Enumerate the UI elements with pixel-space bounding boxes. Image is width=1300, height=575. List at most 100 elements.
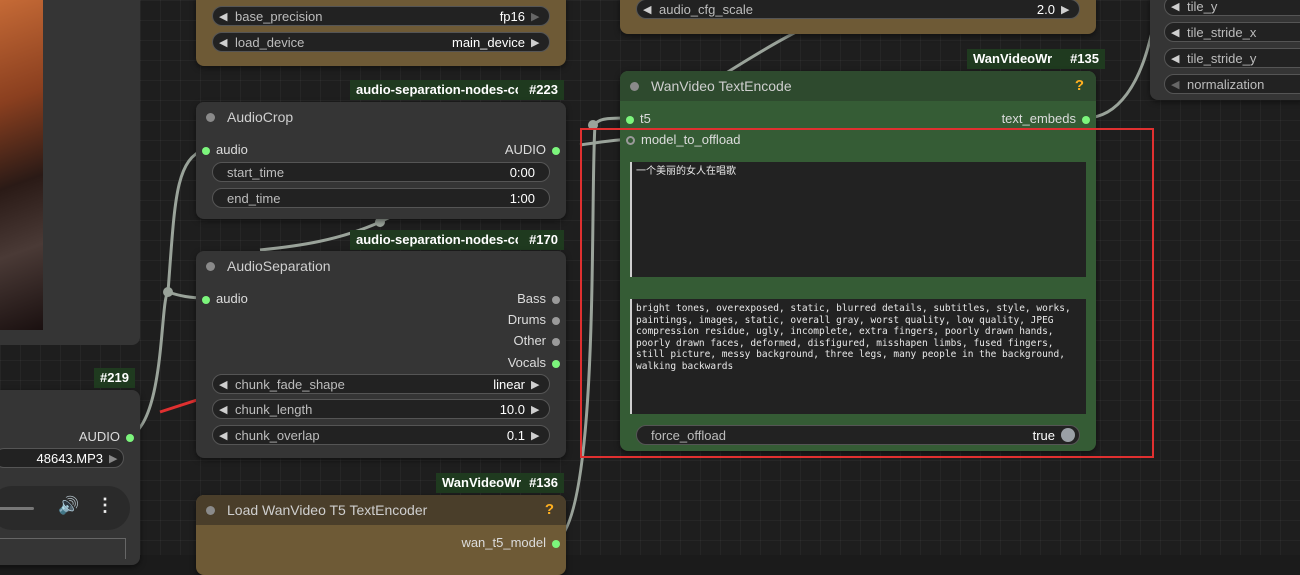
arrow-right-icon[interactable]: ▶ (531, 429, 543, 442)
node-header[interactable]: AudioSeparation (196, 251, 566, 281)
widget-value: 1:00 (509, 190, 535, 206)
output-other-slot[interactable]: Other (513, 333, 560, 348)
arrow-left-icon[interactable]: ◀ (643, 3, 655, 16)
arrow-left-icon[interactable]: ◀ (219, 10, 231, 23)
vae-decode-node[interactable]: ◀ tile_y ◀ tile_stride_x ◀ tile_stride_y… (1150, 0, 1300, 100)
highlight-box (580, 128, 1154, 458)
text-encode-badge: WanVideoWr #135 (967, 49, 1105, 69)
audio-player[interactable]: 🔊 ⋮ (0, 486, 130, 530)
load-audio-badge: #219 (94, 368, 135, 388)
widget-label: tile_stride_x (1187, 24, 1257, 40)
output-dot-icon[interactable] (552, 316, 560, 325)
normalization-widget[interactable]: ◀ normalization (1164, 74, 1300, 94)
node-title: AudioCrop (227, 109, 294, 125)
node-header[interactable]: WanVideo TextEncode ? (620, 71, 1096, 101)
collapse-dot-icon[interactable] (206, 261, 215, 271)
slot-label: Other (513, 333, 546, 348)
widget-value: 0.1 (506, 427, 525, 443)
audioseparation-node[interactable]: AudioSeparation audio Bass Drums Other V… (196, 251, 566, 458)
t5-loader-node[interactable]: Load WanVideo T5 TextEncoder ? wan_t5_mo… (196, 495, 566, 575)
output-dot-icon[interactable] (552, 337, 560, 346)
slot-label: Vocals (507, 355, 546, 370)
tile-y-widget[interactable]: ◀ tile_y (1164, 0, 1300, 16)
input-audio-slot[interactable]: audio (202, 291, 248, 306)
input-dot-icon[interactable] (202, 295, 210, 304)
arrow-left-icon[interactable]: ◀ (1171, 78, 1183, 91)
slot-label: wan_t5_model (461, 535, 546, 550)
input-t5-slot[interactable]: t5 (626, 111, 651, 126)
base-precision-widget[interactable]: ◀ base_precision fp16 ▶ (212, 6, 550, 26)
node-title: AudioSeparation (227, 258, 331, 274)
badge-id: #219 (100, 370, 129, 385)
arrow-left-icon[interactable]: ◀ (1171, 26, 1183, 39)
widget-label: end_time (227, 190, 281, 206)
arrow-right-icon[interactable]: ▶ (531, 378, 543, 391)
help-icon[interactable]: ? (1075, 77, 1084, 94)
slot-label: text_embeds (1001, 111, 1076, 126)
output-dot-icon[interactable] (552, 295, 560, 304)
audiocrop-node[interactable]: AudioCrop audio AUDIO start_time 0:00 en… (196, 102, 566, 219)
arrow-left-icon[interactable]: ◀ (219, 36, 231, 49)
chunk-length-widget[interactable]: ◀ chunk_length 10.0 ▶ (212, 399, 550, 419)
arrow-left-icon[interactable]: ◀ (219, 429, 231, 442)
widget-label: chunk_length (235, 401, 313, 417)
collapse-dot-icon[interactable] (206, 112, 215, 122)
input-dot-icon[interactable] (202, 146, 210, 155)
progress-track[interactable] (0, 507, 34, 510)
node-header[interactable]: Load WanVideo T5 TextEncoder ? (196, 495, 566, 525)
badge-name: audio-separation-nodes-cc (356, 82, 518, 97)
output-audio-slot[interactable]: AUDIO (79, 429, 134, 444)
widget-label: tile_stride_y (1187, 50, 1257, 66)
collapse-dot-icon[interactable] (206, 505, 215, 515)
load-audio-node[interactable]: AUDIO 48643.MP3 ▶ 🔊 ⋮ (0, 390, 140, 565)
arrow-left-icon[interactable]: ◀ (1171, 0, 1183, 13)
widget-value: 0:00 (509, 164, 535, 180)
chunk-fade-shape-widget[interactable]: ◀ chunk_fade_shape linear ▶ (212, 374, 550, 394)
output-bass-slot[interactable]: Bass (517, 291, 560, 306)
help-icon[interactable]: ? (545, 501, 554, 518)
audio-cfg-node[interactable]: ◀ audio_cfg_scale 2.0 ▶ (620, 0, 1096, 34)
arrow-left-icon[interactable]: ◀ (1171, 52, 1183, 65)
arrow-right-icon[interactable]: ▶ (109, 452, 121, 465)
output-dot-icon[interactable] (126, 433, 134, 442)
input-dot-icon[interactable] (626, 115, 634, 124)
collapse-dot-icon[interactable] (630, 81, 639, 91)
output-text-embeds-slot[interactable]: text_embeds (1002, 111, 1090, 126)
tile-stride-y-widget[interactable]: ◀ tile_stride_y (1164, 48, 1300, 68)
arrow-right-icon[interactable]: ▶ (1061, 3, 1073, 16)
start-time-widget[interactable]: start_time 0:00 (212, 162, 550, 182)
arrow-left-icon[interactable]: ◀ (219, 403, 231, 416)
preview-box (0, 538, 126, 559)
audio-file-widget[interactable]: 48643.MP3 ▶ (0, 448, 124, 468)
more-options-icon[interactable]: ⋮ (96, 495, 114, 516)
output-drums-slot[interactable]: Drums (508, 312, 560, 327)
image-preview-node (0, 0, 140, 345)
node-title: Load WanVideo T5 TextEncoder (227, 502, 428, 518)
widget-label: load_device (235, 34, 305, 50)
model-loader-node[interactable]: ◀ base_precision fp16 ▶ ◀ load_device ma… (196, 0, 566, 66)
volume-icon[interactable]: 🔊 (58, 496, 79, 516)
output-vocals-slot[interactable]: Vocals (508, 355, 560, 370)
widget-value: main_device (452, 34, 525, 50)
output-dot-icon[interactable] (552, 359, 560, 368)
node-header[interactable]: AudioCrop (196, 102, 566, 132)
arrow-left-icon[interactable]: ◀ (219, 378, 231, 391)
end-time-widget[interactable]: end_time 1:00 (212, 188, 550, 208)
output-t5-model-slot[interactable]: wan_t5_model (461, 535, 560, 550)
output-dot-icon[interactable] (552, 146, 560, 155)
arrow-right-icon[interactable]: ▶ (531, 10, 543, 23)
audio-cfg-scale-widget[interactable]: ◀ audio_cfg_scale 2.0 ▶ (636, 0, 1080, 19)
chunk-overlap-widget[interactable]: ◀ chunk_overlap 0.1 ▶ (212, 425, 550, 445)
tile-stride-x-widget[interactable]: ◀ tile_stride_x (1164, 22, 1300, 42)
widget-value: fp16 (499, 8, 525, 24)
arrow-right-icon[interactable]: ▶ (531, 403, 543, 416)
node-title: WanVideo TextEncode (651, 78, 792, 94)
badge-id: #223 (529, 82, 558, 97)
output-audio-slot[interactable]: AUDIO (505, 142, 560, 157)
input-audio-slot[interactable]: audio (202, 142, 248, 157)
output-dot-icon[interactable] (552, 539, 560, 548)
arrow-right-icon[interactable]: ▶ (531, 36, 543, 49)
output-dot-icon[interactable] (1082, 115, 1090, 124)
load-device-widget[interactable]: ◀ load_device main_device ▶ (212, 32, 550, 52)
slot-label: audio (216, 291, 248, 306)
